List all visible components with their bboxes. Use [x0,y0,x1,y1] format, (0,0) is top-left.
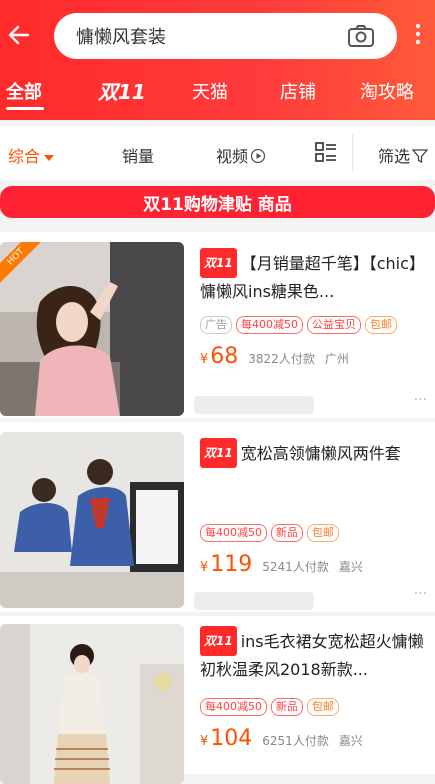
more-options-icon[interactable]: ··· [414,392,427,408]
product-title-text: 宽松高领慵懒风两件套 [240,444,401,463]
sort-comprehensive-label: 综合 [8,147,41,166]
ad-tag: 广告 [200,316,232,334]
product-info: 双11 ins毛衣裙女宽松超火慵懒初秋温柔风2018新款... 每400减50 新… [200,626,427,751]
double11-badge: 双11 [200,248,237,278]
double11-badge: 双11 [200,626,237,656]
tab-tmall[interactable]: 天猫 [192,78,228,104]
double11-badge: 双11 [200,438,237,468]
sort-sales[interactable]: 销量 [122,143,154,167]
blurred-shop-name [194,396,314,414]
location: 嘉兴 [338,560,363,574]
more-menu-icon[interactable] [414,20,434,50]
tab-guide[interactable]: 淘攻略 [360,78,414,104]
play-icon [250,148,266,164]
product-image[interactable] [0,624,184,784]
product-title[interactable]: 双11 宽松高领慵懒风两件套 [200,438,427,468]
tab-all[interactable]: 全部 [6,78,42,104]
product-info: 双11 宽松高领慵懒风两件套 每400减50 新品 包邮 ¥119 5241人付款… [200,438,427,577]
sold-count: 3822人付款 [248,352,315,366]
price-line: ¥119 5241人付款 嘉兴 [200,552,427,577]
search-input[interactable]: 慵懒风套装 [76,23,166,49]
app-header: 慵懒风套装 全部 双11 天猫 店铺 淘攻略 [0,0,435,120]
new-tag: 新品 [271,524,303,542]
product-card[interactable]: 双11 ins毛衣裙女宽松超火慵懒初秋温柔风2018新款... 每400减50 新… [0,616,435,784]
filter-button[interactable]: 筛选 [378,143,429,167]
product-title[interactable]: 双11 【月销量超千笔】【chic】慵懒风ins糖果色... [200,248,427,306]
free-shipping-tag: 包邮 [365,316,397,334]
layout-toggle-icon[interactable] [314,140,338,168]
charity-tag: 公益宝贝 [307,316,361,334]
discount-tag: 每400减50 [200,524,267,542]
currency-symbol: ¥ [200,560,209,575]
currency-symbol: ¥ [200,734,209,749]
search-box[interactable]: 慵懒风套装 [54,13,397,59]
price-value: 68 [210,344,239,369]
category-tabs: 全部 双11 天猫 店铺 淘攻略 [0,70,435,116]
price-value: 104 [210,726,253,751]
product-image[interactable]: HOT [0,242,184,416]
sort-comprehensive[interactable]: 综合 [8,143,55,167]
shopping-allowance-banner[interactable]: 双11购物津贴 商品 [0,186,435,218]
currency-symbol: ¥ [200,352,209,367]
more-options-icon[interactable]: ··· [414,586,427,602]
product-tags: 每400减50 新品 包邮 [200,524,427,542]
product-info: 双11 【月销量超千笔】【chic】慵懒风ins糖果色... 广告 每400减50… [200,248,427,369]
location: 广州 [324,352,349,366]
discount-tag: 每400减50 [200,698,267,716]
location: 嘉兴 [338,734,363,748]
blurred-shop-name [194,592,314,610]
product-tags: 每400减50 新品 包邮 [200,698,427,716]
price-line: ¥68 3822人付款 广州 [200,344,427,369]
product-title[interactable]: 双11 ins毛衣裙女宽松超火慵懒初秋温柔风2018新款... [200,626,427,684]
price-value: 119 [210,552,253,577]
free-shipping-tag: 包邮 [307,524,339,542]
free-shipping-tag: 包邮 [307,698,339,716]
sort-video[interactable]: 视频 [216,143,266,167]
new-tag: 新品 [271,698,303,716]
product-card[interactable]: HOT 双11 【月销量超千笔】【chic】慵懒风ins糖果色... 广告 每40… [0,232,435,418]
sold-count: 6251人付款 [262,734,329,748]
active-tab-indicator [6,107,44,110]
divider [352,134,353,172]
back-arrow-icon[interactable] [6,22,32,48]
sold-count: 5241人付款 [262,560,329,574]
tab-shop[interactable]: 店铺 [280,78,316,104]
price: ¥104 [200,726,252,751]
camera-icon[interactable] [347,22,375,50]
price: ¥119 [200,552,252,577]
price-line: ¥104 6251人付款 嘉兴 [200,726,427,751]
caret-down-icon [44,154,55,161]
discount-tag: 每400减50 [236,316,303,334]
tab-double11[interactable]: 双11 [98,76,146,105]
sort-video-label: 视频 [216,147,249,166]
sort-bar: 综合 销量 视频 筛选 [0,126,435,180]
price: ¥68 [200,344,238,369]
funnel-icon [411,149,429,164]
product-image[interactable] [0,432,184,608]
filter-label: 筛选 [378,147,411,166]
product-tags: 广告 每400减50 公益宝贝 包邮 [200,316,427,334]
product-card[interactable]: 双11 宽松高领慵懒风两件套 每400减50 新品 包邮 ¥119 5241人付款… [0,422,435,612]
